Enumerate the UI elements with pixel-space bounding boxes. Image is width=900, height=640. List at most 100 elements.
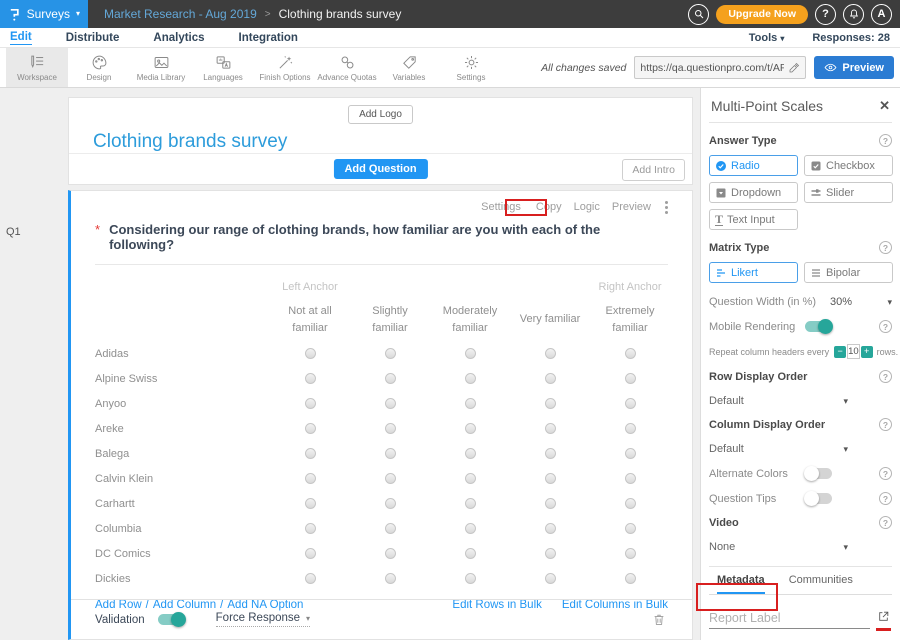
help-icon[interactable]: ? [879, 516, 892, 529]
delete-question-button[interactable] [652, 612, 666, 627]
matrix-row-label[interactable]: Areke [93, 423, 270, 435]
toolbar-item-languages[interactable]: Languages [192, 48, 254, 87]
notifications-button[interactable] [843, 4, 864, 25]
matrix-radio-button[interactable] [465, 423, 476, 434]
toolbar-item-settings[interactable]: Settings [440, 48, 502, 87]
matrix-row-label[interactable]: Anyoo [93, 398, 270, 410]
report-label-input[interactable] [709, 607, 870, 629]
help-button[interactable]: ? [815, 4, 836, 25]
matrix-row-label[interactable]: Carhartt [93, 498, 270, 510]
matrix-radio-button[interactable] [625, 473, 636, 484]
matrix-radio-button[interactable] [385, 548, 396, 559]
tools-menu[interactable]: Tools ▾ [749, 32, 785, 44]
matrix-column-header[interactable]: Very familiar [510, 311, 590, 328]
upgrade-now-button[interactable]: Upgrade Now [716, 5, 808, 24]
question-width-value[interactable]: 30% [830, 296, 852, 308]
matrix-radio-button[interactable] [465, 473, 476, 484]
answer-type-text-input[interactable]: T Text Input [709, 209, 798, 230]
matrix-row-label[interactable]: Columbia [93, 523, 270, 535]
toolbar-item-media-library[interactable]: Media Library [130, 48, 192, 87]
matrix-radio-button[interactable] [625, 448, 636, 459]
matrix-radio-button[interactable] [465, 573, 476, 584]
matrix-radio-button[interactable] [385, 423, 396, 434]
matrix-radio-button[interactable] [625, 523, 636, 534]
matrix-radio-button[interactable] [625, 398, 636, 409]
nav-tab-integration[interactable]: Integration [239, 32, 298, 44]
mobile-rendering-toggle[interactable] [805, 321, 832, 332]
matrix-radio-button[interactable] [625, 573, 636, 584]
help-icon[interactable]: ? [879, 492, 892, 505]
toolbar-item-advance-quotas[interactable]: Advance Quotas [316, 48, 378, 87]
product-switcher[interactable]: Surveys ▾ [0, 0, 88, 28]
matrix-radio-button[interactable] [305, 373, 316, 384]
matrix-row-label[interactable]: Adidas [93, 348, 270, 360]
validation-toggle[interactable] [158, 614, 185, 625]
toolbar-item-variables[interactable]: Variables [378, 48, 440, 87]
matrix-radio-button[interactable] [385, 373, 396, 384]
user-avatar[interactable]: A [871, 4, 892, 25]
matrix-column-header[interactable]: Not at all familiar [270, 303, 350, 337]
matrix-radio-button[interactable] [625, 348, 636, 359]
matrix-radio-button[interactable] [625, 498, 636, 509]
matrix-radio-button[interactable] [305, 473, 316, 484]
edit-url-button[interactable] [788, 62, 800, 74]
nav-tab-analytics[interactable]: Analytics [153, 32, 204, 44]
matrix-radio-button[interactable] [385, 473, 396, 484]
nav-tab-edit[interactable]: Edit [10, 31, 32, 45]
matrix-radio-button[interactable] [545, 473, 556, 484]
matrix-radio-button[interactable] [385, 498, 396, 509]
matrix-radio-button[interactable] [465, 348, 476, 359]
answer-type-radio[interactable]: Radio [709, 155, 798, 176]
matrix-radio-button[interactable] [545, 523, 556, 534]
matrix-radio-button[interactable] [305, 523, 316, 534]
matrix-radio-button[interactable] [465, 448, 476, 459]
tab-metadata[interactable]: Metadata [717, 574, 765, 594]
matrix-radio-button[interactable] [385, 348, 396, 359]
matrix-radio-button[interactable] [545, 373, 556, 384]
matrix-radio-button[interactable] [465, 523, 476, 534]
matrix-radio-button[interactable] [545, 448, 556, 459]
help-icon[interactable]: ? [879, 418, 892, 431]
question-text[interactable]: Considering our range of clothing brands… [109, 222, 668, 252]
help-icon[interactable]: ? [879, 241, 892, 254]
question-logic-button[interactable]: Logic [574, 201, 600, 213]
answer-type-checkbox[interactable]: Checkbox [804, 155, 893, 176]
question-copy-button[interactable]: Copy [536, 201, 562, 213]
open-report-label-button[interactable] [877, 610, 890, 623]
matrix-radio-button[interactable] [385, 573, 396, 584]
matrix-radio-button[interactable] [545, 548, 556, 559]
alternate-colors-toggle[interactable] [805, 468, 832, 479]
column-display-order-select[interactable]: Default ▾ [709, 443, 892, 455]
breadcrumb-folder[interactable]: Market Research - Aug 2019 [104, 7, 257, 21]
row-display-order-select[interactable]: Default ▾ [709, 395, 892, 407]
responses-count[interactable]: Responses: 28 [812, 32, 890, 44]
matrix-radio-button[interactable] [625, 373, 636, 384]
matrix-type-bipolar[interactable]: Bipolar [804, 262, 893, 283]
matrix-radio-button[interactable] [465, 498, 476, 509]
video-select[interactable]: None ▾ [709, 541, 892, 553]
toolbar-item-finish-options[interactable]: Finish Options [254, 48, 316, 87]
matrix-radio-button[interactable] [545, 573, 556, 584]
help-icon[interactable]: ? [879, 370, 892, 383]
matrix-column-header[interactable]: Slightly familiar [350, 303, 430, 337]
matrix-radio-button[interactable] [625, 548, 636, 559]
decrement-button[interactable]: − [834, 346, 846, 358]
more-options-icon[interactable] [663, 201, 670, 214]
add-question-button[interactable]: Add Question [333, 159, 427, 179]
matrix-radio-button[interactable] [385, 398, 396, 409]
toolbar-item-design[interactable]: Design [68, 48, 130, 87]
matrix-radio-button[interactable] [305, 573, 316, 584]
matrix-radio-button[interactable] [545, 398, 556, 409]
chevron-down-icon[interactable]: ▾ [887, 297, 892, 308]
close-icon[interactable]: ✕ [879, 98, 890, 114]
matrix-row-label[interactable]: Calvin Klein [93, 473, 270, 485]
matrix-radio-button[interactable] [305, 423, 316, 434]
matrix-radio-button[interactable] [545, 498, 556, 509]
question-settings-button[interactable]: Settings [478, 200, 524, 214]
matrix-radio-button[interactable] [385, 448, 396, 459]
matrix-column-header[interactable]: Extremely familiar [590, 303, 670, 337]
matrix-radio-button[interactable] [385, 523, 396, 534]
matrix-row-label[interactable]: DC Comics [93, 548, 270, 560]
help-icon[interactable]: ? [879, 320, 892, 333]
tab-communities[interactable]: Communities [789, 574, 853, 594]
